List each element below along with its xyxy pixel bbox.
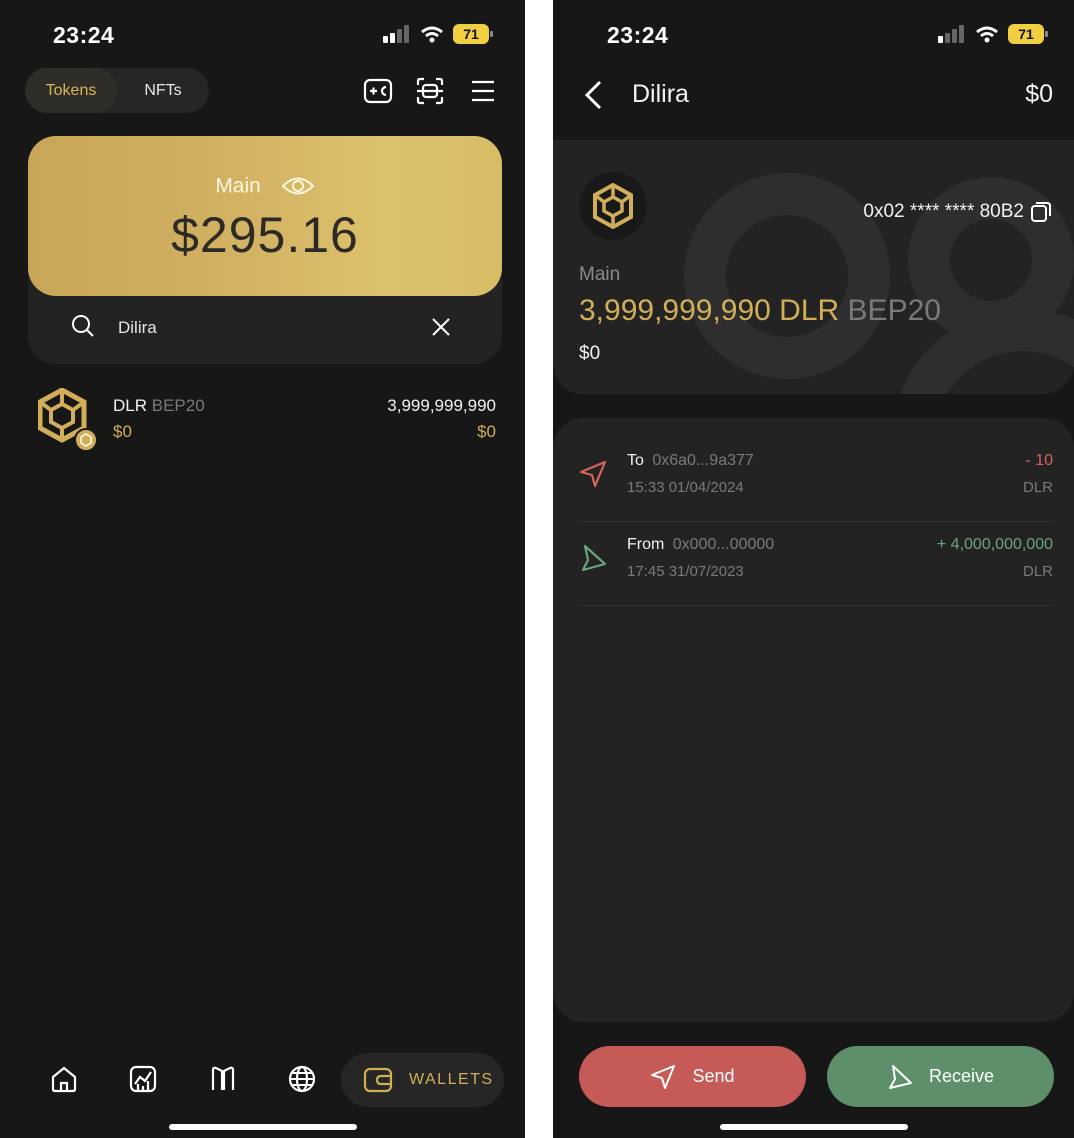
status-time: 23:24 <box>53 22 115 48</box>
page-title: Dilira <box>632 80 689 108</box>
nav-wallets[interactable]: WALLETS <box>341 1053 504 1107</box>
eye-icon[interactable] <box>281 175 315 197</box>
battery-icon: 71 <box>1008 24 1048 44</box>
wallet-icon <box>363 1067 393 1093</box>
transaction-unit: DLR <box>1022 479 1053 496</box>
back-icon[interactable] <box>583 80 605 110</box>
transaction-party: To 0x6a0...9a377 <box>627 452 754 470</box>
battery-icon: 71 <box>453 24 493 44</box>
bnb-token-icon <box>38 388 98 452</box>
transaction-row-sent[interactable]: To 0x6a0...9a377 15:33 01/04/2024 - 10 D… <box>579 438 1053 522</box>
add-token-icon[interactable] <box>363 76 393 106</box>
transaction-amount: + 4,000,000,000 <box>936 536 1053 553</box>
transaction-amount: - 10 <box>1025 452 1053 469</box>
send-button-label: Send <box>692 1066 735 1086</box>
token-network: BEP20 <box>151 396 205 415</box>
globe-icon[interactable] <box>287 1064 317 1094</box>
transaction-list: To 0x6a0...9a377 15:33 01/04/2024 - 10 D… <box>553 418 1074 1022</box>
wifi-icon <box>421 26 443 42</box>
tab-nfts[interactable]: NFTs <box>117 68 209 113</box>
transaction-datetime: 15:33 01/04/2024 <box>627 479 744 496</box>
token-name: DLR BEP20 <box>113 396 205 416</box>
header-usd-value: $0 <box>1025 80 1053 108</box>
signal-icon <box>938 25 964 43</box>
market-icon[interactable] <box>128 1064 158 1094</box>
wallet-name: Main <box>579 264 621 285</box>
token-amount-usd: $0 <box>477 422 496 441</box>
send-button[interactable]: Send <box>579 1046 806 1107</box>
wallet-address[interactable]: 0x02 **** **** 80B2 <box>863 201 1024 223</box>
transaction-direction: To <box>627 452 644 469</box>
balance-amount: $295.16 <box>171 207 359 263</box>
status-time: 23:24 <box>607 22 669 48</box>
token-amount: 3,999,999,990 <box>387 396 496 415</box>
signal-icon <box>383 25 409 43</box>
token-symbol: DLR <box>113 396 148 415</box>
transaction-address: 0x000...00000 <box>672 536 775 553</box>
asset-type-switch: Tokens NFTs <box>25 68 209 113</box>
asset-card: 0x02 **** **** 80B2 Main 3,999,999,990 D… <box>553 140 1074 394</box>
receive-button[interactable]: Receive <box>827 1046 1054 1107</box>
receive-icon <box>888 1064 912 1089</box>
balance-label-row: Main <box>28 174 502 198</box>
wallet-screen: 23:24 71 Tokens NFTs Main $295.16 Dilira… <box>0 0 525 1138</box>
search-icon <box>72 315 94 337</box>
wallet-name: Main <box>215 174 261 198</box>
transaction-address: 0x6a0...9a377 <box>652 452 754 469</box>
token-usd: $0 <box>113 422 132 441</box>
token-detail-screen: 23:24 71 Dilira $0 0x02 **** **** 80B2 M… <box>553 0 1074 1138</box>
home-indicator <box>719 1124 908 1130</box>
wifi-icon <box>976 26 998 42</box>
bnb-token-icon <box>579 172 647 240</box>
transaction-direction: From <box>627 536 665 553</box>
transaction-datetime: 17:45 31/07/2023 <box>627 563 744 580</box>
close-icon[interactable] <box>431 317 451 337</box>
home-icon[interactable] <box>49 1064 79 1094</box>
transaction-row-received[interactable]: From 0x000...00000 17:45 31/07/2023 + 4,… <box>579 522 1053 606</box>
asset-amount: 3,999,999,990 DLR <box>579 294 840 327</box>
asset-network: BEP20 <box>847 294 941 327</box>
transaction-party: From 0x000...00000 <box>627 536 774 554</box>
search-input[interactable]: Dilira <box>118 318 157 338</box>
send-arrow-icon <box>579 460 607 488</box>
balance-card: Main $295.16 <box>28 136 502 296</box>
scan-icon[interactable] <box>415 76 445 106</box>
receive-button-label: Receive <box>928 1066 995 1086</box>
transaction-unit: DLR <box>1022 563 1053 580</box>
copy-icon[interactable] <box>1030 201 1052 223</box>
status-icons: 71 <box>383 24 493 44</box>
token-row-dlr[interactable]: DLR BEP20 $0 3,999,999,990 $0 <box>38 388 496 452</box>
asset-usd: $0 <box>579 343 601 364</box>
asset-amount-row: 3,999,999,990 DLR BEP20 <box>579 294 941 328</box>
menu-icon[interactable] <box>469 76 499 106</box>
send-icon <box>651 1064 676 1089</box>
browser-icon[interactable] <box>208 1064 238 1094</box>
bottom-nav: WALLETS <box>0 1050 525 1110</box>
status-icons: 71 <box>938 24 1048 44</box>
receive-arrow-icon <box>581 544 607 572</box>
tab-tokens[interactable]: Tokens <box>25 68 117 113</box>
home-indicator <box>168 1124 357 1130</box>
nav-wallets-label: WALLETS <box>409 1071 494 1088</box>
